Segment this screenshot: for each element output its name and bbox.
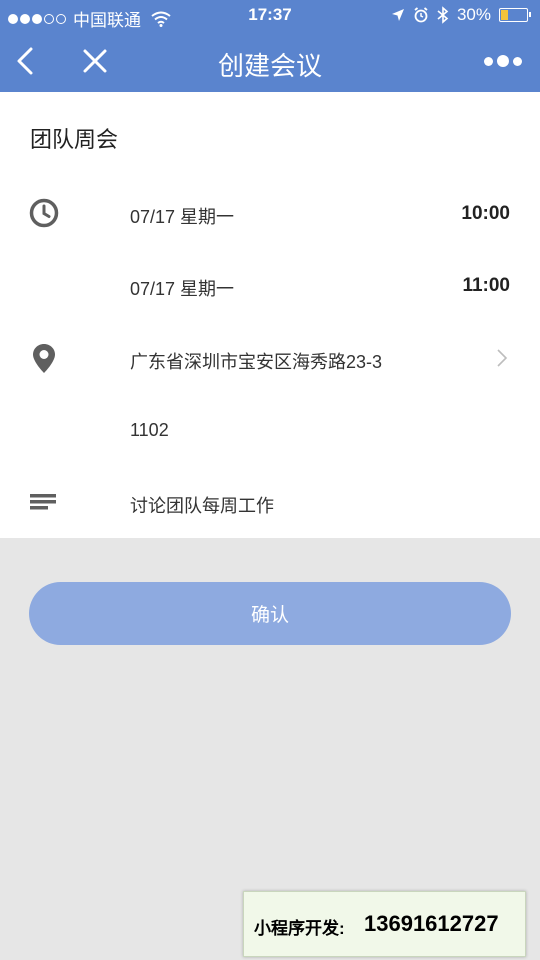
- end-time: 11:00: [462, 275, 510, 296]
- meeting-title[interactable]: 团队周会: [30, 122, 118, 154]
- promo-label: 小程序开发:: [254, 919, 345, 938]
- more-icon[interactable]: [484, 55, 522, 67]
- promo-banner: 小程序开发: 13691612727: [243, 891, 526, 957]
- description-row[interactable]: 讨论团队每周工作: [0, 482, 540, 522]
- text-lines-icon: [30, 494, 56, 510]
- address-row[interactable]: 广东省深圳市宝安区海秀路23-3: [0, 338, 540, 378]
- battery-icon: [499, 8, 531, 22]
- description-text: 讨论团队每周工作: [130, 496, 274, 516]
- status-right: 30%: [391, 5, 531, 25]
- start-time: 10:00: [461, 203, 510, 224]
- address-line-2-row[interactable]: 1102: [0, 410, 540, 450]
- location-arrow-icon: [391, 9, 404, 21]
- bluetooth-icon: [437, 6, 449, 24]
- address-line-1: 广东省深圳市宝安区海秀路23-3: [130, 352, 383, 372]
- start-time-row[interactable]: 07/17 星期一 10:00: [0, 193, 540, 233]
- location-pin-icon: [33, 344, 55, 373]
- status-bar: 中国联通 17:37 30%: [0, 0, 540, 30]
- address-line-2: 1102: [130, 420, 169, 440]
- end-date: 07/17 星期一: [130, 279, 235, 299]
- meeting-form: 团队周会 07/17 星期一 10:00 07/17 星期一 11:00 广东省…: [0, 92, 540, 538]
- promo-phone: 13691612727: [364, 911, 499, 936]
- more-dot: [484, 56, 493, 66]
- confirm-button[interactable]: 确认: [29, 582, 511, 645]
- alarm-icon: [414, 7, 428, 23]
- battery-percent: 30%: [456, 5, 491, 24]
- chevron-right-icon: [497, 349, 508, 367]
- page-title: 创建会议: [217, 51, 322, 81]
- end-time-row[interactable]: 07/17 星期一 11:00: [0, 265, 540, 305]
- more-dot: [513, 56, 522, 66]
- battery-fill: [501, 10, 508, 20]
- clock-icon: [29, 198, 59, 228]
- start-date: 07/17 星期一: [130, 207, 235, 227]
- navigation-bar: 创建会议: [0, 30, 540, 92]
- more-dot: [497, 55, 509, 67]
